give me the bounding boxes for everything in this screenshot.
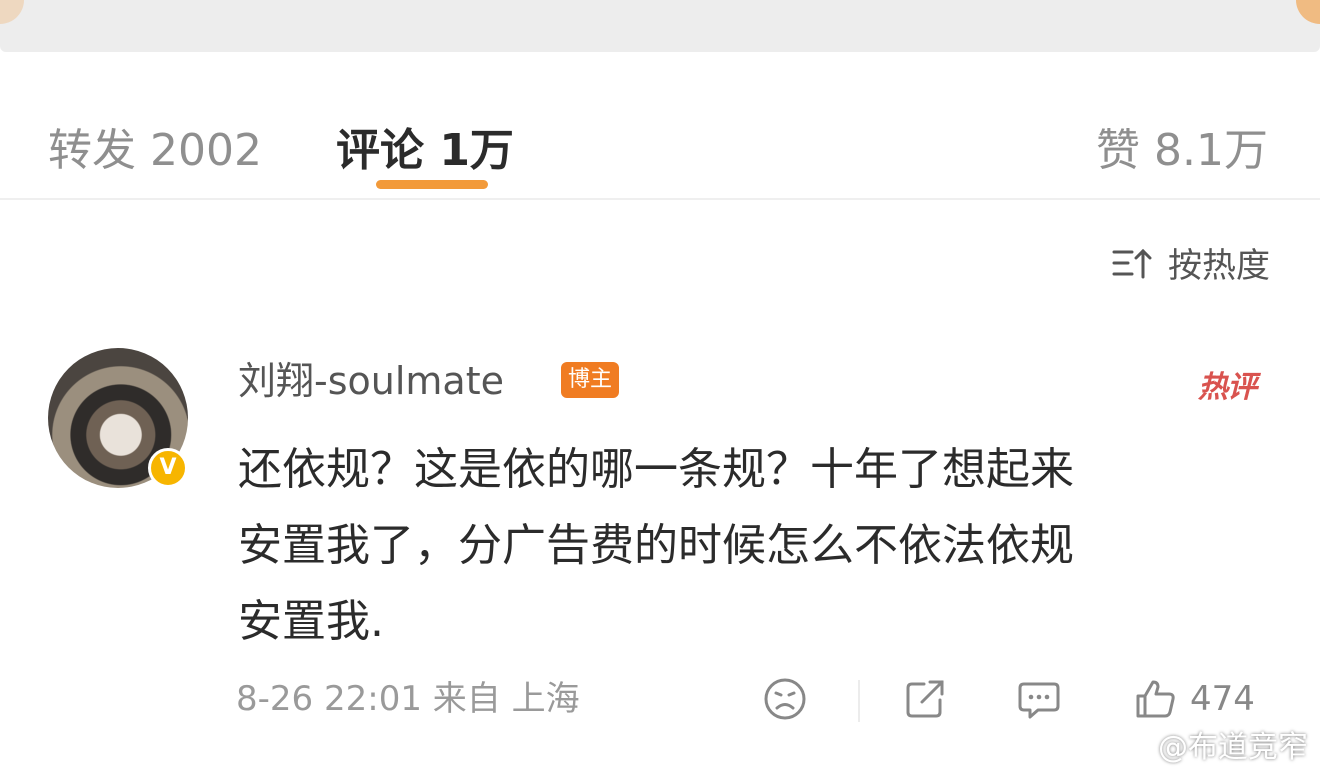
active-tab-indicator <box>376 180 488 189</box>
hot-comment-tag: 热评 <box>1198 370 1257 405</box>
top-bar <box>0 0 1320 52</box>
comment-meta: 8-26 22:01 来自 上海 <box>236 679 580 719</box>
comment-text: 还依规？这是依的哪一条规？十年了想起来 安置我了，分广告费的时候怎么不依法依规 … <box>238 432 1278 660</box>
tab-bar: 转发 2002 评论 1万 赞 8.1万 <box>0 52 1320 200</box>
share-icon <box>906 680 944 718</box>
action-divider <box>858 680 860 722</box>
frown-face-icon <box>764 678 806 720</box>
verified-icon: V <box>148 448 188 488</box>
tab-like[interactable]: 赞 8.1万 <box>1096 126 1268 176</box>
comment-line: 安置我了，分广告费的时候怎么不依法依规 <box>238 520 1074 571</box>
like-count: 474 <box>1190 679 1255 719</box>
tab-comment[interactable]: 评论 1万 <box>336 126 514 176</box>
username[interactable]: 刘翔-soulmate <box>238 356 504 406</box>
like-button[interactable]: 474 <box>1132 672 1255 726</box>
comment-line: 还依规？这是依的哪一条规？十年了想起来 <box>238 444 1074 495</box>
share-button[interactable] <box>902 672 948 726</box>
reply-button[interactable] <box>1016 672 1062 726</box>
sort-label: 按热度 <box>1168 246 1270 286</box>
dislike-button[interactable] <box>762 672 808 726</box>
comment-icon <box>1018 682 1060 719</box>
sort-icon <box>1112 248 1152 278</box>
author-badge: 博主 <box>561 362 620 398</box>
tab-repost[interactable]: 转发 2002 <box>48 126 262 176</box>
comment-line: 安置我. <box>238 596 384 647</box>
thumbs-up-icon <box>1136 680 1175 718</box>
sort-button[interactable]: 按热度 <box>1110 238 1270 287</box>
watermark: @布道竞窄 <box>1158 730 1308 765</box>
